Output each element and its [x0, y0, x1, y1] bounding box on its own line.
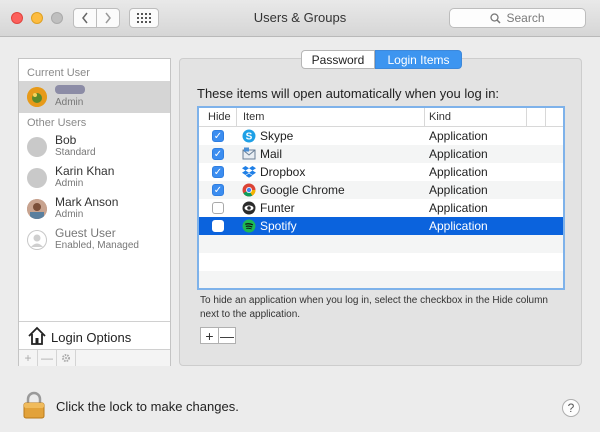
- help-button[interactable]: ?: [562, 399, 580, 417]
- app-kind: Application: [429, 165, 488, 179]
- app-name: Google Chrome: [260, 183, 345, 197]
- table-row[interactable]: ✓ S Skype Application: [199, 127, 563, 145]
- hide-checkbox[interactable]: ✓: [212, 148, 224, 160]
- avatar: [27, 137, 47, 157]
- search-icon: [490, 12, 502, 24]
- gear-icon[interactable]: [57, 350, 76, 366]
- spotify-icon: [242, 219, 256, 233]
- empty-row: [199, 235, 563, 253]
- chrome-icon: [242, 183, 256, 197]
- login-options-item[interactable]: Login Options: [19, 321, 170, 350]
- hide-checkbox[interactable]: ✓: [212, 130, 224, 142]
- sidebar-toolbar: + —: [19, 349, 170, 366]
- table-row[interactable]: ✓ Google Chrome Application: [199, 181, 563, 199]
- empty-row: [199, 271, 563, 288]
- hide-checkbox[interactable]: [212, 202, 224, 214]
- login-items-intro: These items will open automatically when…: [197, 86, 500, 101]
- add-user-button[interactable]: +: [19, 350, 38, 366]
- tab-bar: Password Login Items: [301, 50, 462, 69]
- funter-icon: [242, 201, 256, 215]
- avatar: [27, 87, 47, 107]
- hide-checkbox[interactable]: ✓: [212, 184, 224, 196]
- remove-login-item-button[interactable]: —: [218, 327, 236, 344]
- hide-hint-text: To hide an application when you log in, …: [200, 295, 548, 320]
- user-item[interactable]: Guest User Enabled, Managed: [19, 224, 170, 256]
- column-header-item[interactable]: Item: [243, 111, 264, 123]
- hide-checkbox[interactable]: [212, 220, 224, 232]
- app-name: Dropbox: [260, 165, 306, 179]
- user-role: Admin: [55, 209, 84, 220]
- svg-text:S: S: [246, 132, 253, 143]
- app-name: Mail: [260, 147, 283, 161]
- hide-checkbox[interactable]: ✓: [212, 166, 224, 178]
- app-kind: Application: [429, 147, 488, 161]
- login-items-toolbar: + —: [200, 327, 236, 344]
- search-field[interactable]: Search: [449, 8, 586, 28]
- app-kind: Application: [429, 201, 488, 215]
- app-kind: Application: [429, 129, 488, 143]
- user-name: Guest User: [55, 226, 116, 240]
- remove-user-button[interactable]: —: [38, 350, 57, 366]
- dropbox-icon: [242, 166, 256, 178]
- app-name: Funter: [260, 201, 295, 215]
- lock-label: Click the lock to make changes.: [56, 399, 239, 414]
- user-name: Mark Anson: [55, 195, 119, 209]
- user-item[interactable]: Karin Khan Admin: [19, 162, 170, 194]
- search-placeholder: Search: [506, 11, 545, 25]
- avatar: [27, 168, 47, 188]
- user-role: Enabled, Managed: [55, 240, 139, 251]
- current-user-header: Current User: [27, 67, 90, 79]
- table-row-selected[interactable]: Spotify Application: [199, 217, 563, 235]
- app-kind: Application: [429, 219, 488, 233]
- add-login-item-button[interactable]: +: [200, 327, 218, 344]
- table-row[interactable]: ✓ Dropbox Application: [199, 163, 563, 181]
- house-icon: [28, 326, 46, 345]
- app-name: Spotify: [260, 219, 297, 233]
- user-name: Karin Khan: [55, 164, 115, 178]
- title-bar: Users & Groups Search: [0, 0, 600, 37]
- app-name: Skype: [260, 129, 294, 143]
- empty-row: [199, 253, 563, 271]
- tab-password[interactable]: Password: [301, 50, 375, 69]
- lock-icon[interactable]: [23, 391, 45, 419]
- table-header: Hide Item Kind: [199, 108, 563, 127]
- column-header-hide[interactable]: Hide: [208, 111, 231, 123]
- table-row[interactable]: Funter Application: [199, 199, 563, 217]
- login-options-label: Login Options: [51, 330, 132, 345]
- user-role: Standard: [55, 147, 96, 158]
- guest-avatar: [27, 230, 47, 250]
- redacted-name: [55, 85, 85, 94]
- table-row[interactable]: ✓ Mail Application: [199, 145, 563, 163]
- avatar: [27, 199, 47, 219]
- user-role: Admin: [55, 178, 84, 189]
- other-users-header: Other Users: [27, 117, 87, 129]
- login-items-table[interactable]: Hide Item Kind ✓ S Skype Application ✓ M…: [197, 106, 565, 290]
- column-header-kind[interactable]: Kind: [429, 111, 451, 123]
- tab-login-items[interactable]: Login Items: [375, 50, 462, 69]
- users-sidebar: Current User Admin Other Users Bob Stand…: [18, 58, 171, 366]
- user-item[interactable]: Mark Anson Admin: [19, 193, 170, 225]
- skype-icon: S: [242, 129, 256, 143]
- current-user-item[interactable]: Admin: [19, 81, 170, 113]
- current-user-role: Admin: [55, 97, 84, 108]
- user-name: Bob: [55, 133, 77, 147]
- mail-icon: [242, 147, 256, 160]
- app-kind: Application: [429, 183, 488, 197]
- user-item[interactable]: Bob Standard: [19, 131, 170, 163]
